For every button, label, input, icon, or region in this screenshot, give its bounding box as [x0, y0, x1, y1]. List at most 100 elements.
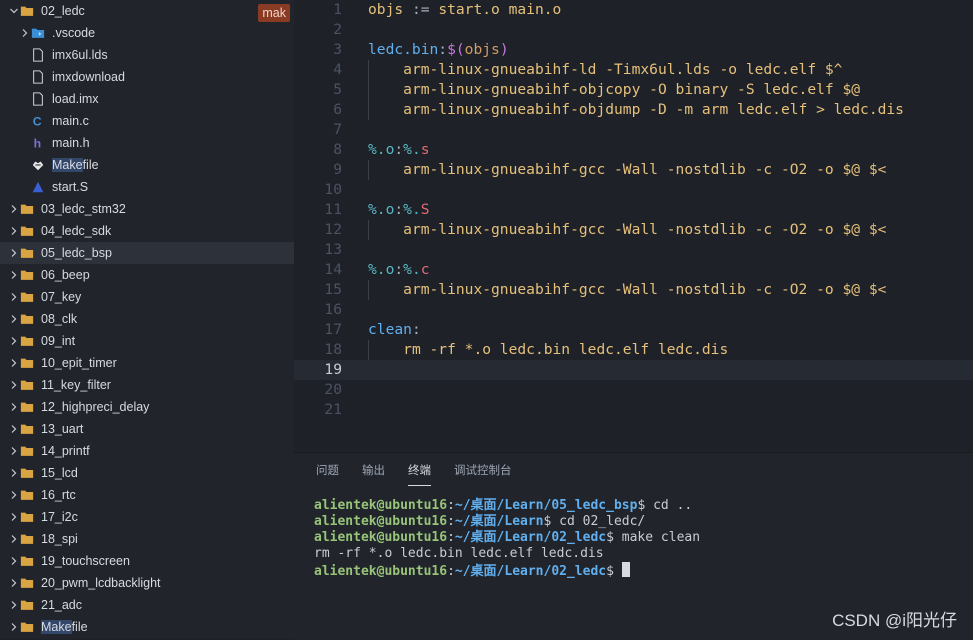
panel-tab[interactable]: 输出: [362, 463, 385, 485]
folder-icon: [20, 224, 34, 238]
terminal-command: $: [606, 564, 622, 579]
line-number: 16: [324, 301, 342, 318]
tree-item[interactable]: 19_touchscreen: [0, 550, 294, 572]
folder-icon: [20, 510, 34, 524]
chevron-right-icon[interactable]: [8, 533, 20, 545]
panel-tab[interactable]: 调试控制台: [454, 463, 512, 485]
file-icon: [31, 92, 45, 106]
code-editor[interactable]: 1 objs := start.o main.o 2 3 ledc.bin:$(objs…: [294, 0, 973, 452]
tree-item[interactable]: imxdownload: [0, 66, 294, 88]
tree-item-label: 03_ledc_stm32: [41, 202, 126, 216]
terminal-command: $ cd 02_ledc/: [543, 514, 646, 529]
tree-item[interactable]: 21_adc: [0, 594, 294, 616]
tree-item[interactable]: 08_clk: [0, 308, 294, 330]
code-text: clean:: [368, 320, 421, 340]
tree-item[interactable]: 15_lcd: [0, 462, 294, 484]
tree-item[interactable]: 20_pwm_lcdbacklight: [0, 572, 294, 594]
folder-icon: [20, 532, 34, 546]
code-text: rm -rf *.o ledc.bin ledc.elf ledc.dis: [368, 340, 728, 360]
folder-icon: [20, 246, 34, 260]
tree-item[interactable]: Cmain.c: [0, 110, 294, 132]
code-line: 20: [294, 380, 973, 400]
tree-item[interactable]: Make file: [0, 154, 294, 176]
chevron-right-icon[interactable]: [8, 247, 20, 259]
chevron-right-icon[interactable]: [8, 599, 20, 611]
chevron-right-icon[interactable]: [8, 291, 20, 303]
tree-item-label: 17_i2c: [41, 510, 78, 524]
chevron-down-icon[interactable]: [8, 5, 20, 17]
editor-tab-badge[interactable]: mak: [258, 4, 290, 22]
chevron-right-icon[interactable]: [8, 313, 20, 325]
tree-item[interactable]: 04_ledc_sdk: [0, 220, 294, 242]
chevron-right-icon[interactable]: [8, 445, 20, 457]
tree-item[interactable]: .vscode: [0, 22, 294, 44]
chevron-right-icon[interactable]: [8, 423, 20, 435]
chevron-right-icon[interactable]: [8, 357, 20, 369]
chevron-right-icon[interactable]: [8, 203, 20, 215]
indent-guide: [368, 280, 369, 300]
tree-item[interactable]: imx6ul.lds: [0, 44, 294, 66]
chevron-right-icon[interactable]: [8, 467, 20, 479]
tree-item-label: 10_epit_timer: [41, 356, 117, 370]
chevron-right-icon[interactable]: [8, 379, 20, 391]
code-token: ): [499, 41, 509, 58]
chevron-right-icon[interactable]: [8, 269, 20, 281]
indent-guide: [368, 60, 369, 80]
code-text: ledc.bin:$(objs): [368, 40, 509, 60]
watermark: CSDN @i阳光仔: [832, 611, 957, 630]
tree-item[interactable]: 13_uart: [0, 418, 294, 440]
chevron-right-icon[interactable]: [19, 27, 31, 39]
chevron-right-icon[interactable]: [8, 621, 20, 633]
tree-item-label: 11_key_filter: [41, 378, 111, 392]
chevron-right-icon[interactable]: [8, 577, 20, 589]
tree-item[interactable]: 12_highpreci_delay: [0, 396, 294, 418]
tree-item[interactable]: 09_int: [0, 330, 294, 352]
chevron-right-icon[interactable]: [8, 489, 20, 501]
folder-icon: [20, 312, 34, 326]
tree-item[interactable]: 17_i2c: [0, 506, 294, 528]
tree-item[interactable]: h main.h: [0, 132, 294, 154]
code-line: 13: [294, 240, 973, 260]
tree-item[interactable]: Make file: [0, 616, 294, 638]
tree-item[interactable]: load.imx: [0, 88, 294, 110]
chevron-right-icon[interactable]: [8, 335, 20, 347]
prompt-colon: :: [447, 530, 455, 545]
line-number: 7: [333, 121, 342, 138]
code-token: :: [394, 141, 404, 158]
folder-icon: [20, 334, 34, 348]
line-number: 6: [333, 101, 342, 118]
chevron-right-icon[interactable]: [8, 225, 20, 237]
folder-icon: [20, 488, 34, 502]
indent-guide: [368, 100, 369, 120]
code-text: %.o:%.c: [368, 260, 430, 280]
prompt-path: ~/桌面/Learn: [454, 514, 544, 529]
tree-item-label: 05_ledc_bsp: [41, 246, 112, 260]
terminal-command: $ make clean: [606, 530, 701, 545]
chevron-right-icon[interactable]: [8, 401, 20, 413]
tree-item[interactable]: 05_ledc_bsp: [0, 242, 294, 264]
line-number: 12: [324, 221, 342, 238]
tree-item[interactable]: 07_key: [0, 286, 294, 308]
chevron-right-icon[interactable]: [8, 555, 20, 567]
tree-item[interactable]: 18_spi: [0, 528, 294, 550]
svg-text:C: C: [33, 114, 42, 128]
tree-item-label: 21_adc: [41, 598, 83, 612]
code-token: :: [438, 41, 448, 58]
tree-item[interactable]: 02_ledc: [0, 0, 294, 22]
tree-item-label: 20_pwm_lcdbacklight: [41, 576, 161, 590]
tree-item[interactable]: 06_beep: [0, 264, 294, 286]
line-number: 20: [324, 381, 342, 398]
line-number: 2: [333, 21, 342, 38]
tree-item[interactable]: 16_rtc: [0, 484, 294, 506]
panel-tab[interactable]: 终端: [408, 463, 431, 486]
tree-item[interactable]: 14_printf: [0, 440, 294, 462]
tree-item[interactable]: 11_key_filter: [0, 374, 294, 396]
tree-item[interactable]: 10_epit_timer: [0, 352, 294, 374]
chevron-right-icon[interactable]: [8, 511, 20, 523]
tree-item[interactable]: 03_ledc_stm32: [0, 198, 294, 220]
tree-item[interactable]: start.S: [0, 176, 294, 198]
panel-tab[interactable]: 问题: [316, 463, 339, 485]
